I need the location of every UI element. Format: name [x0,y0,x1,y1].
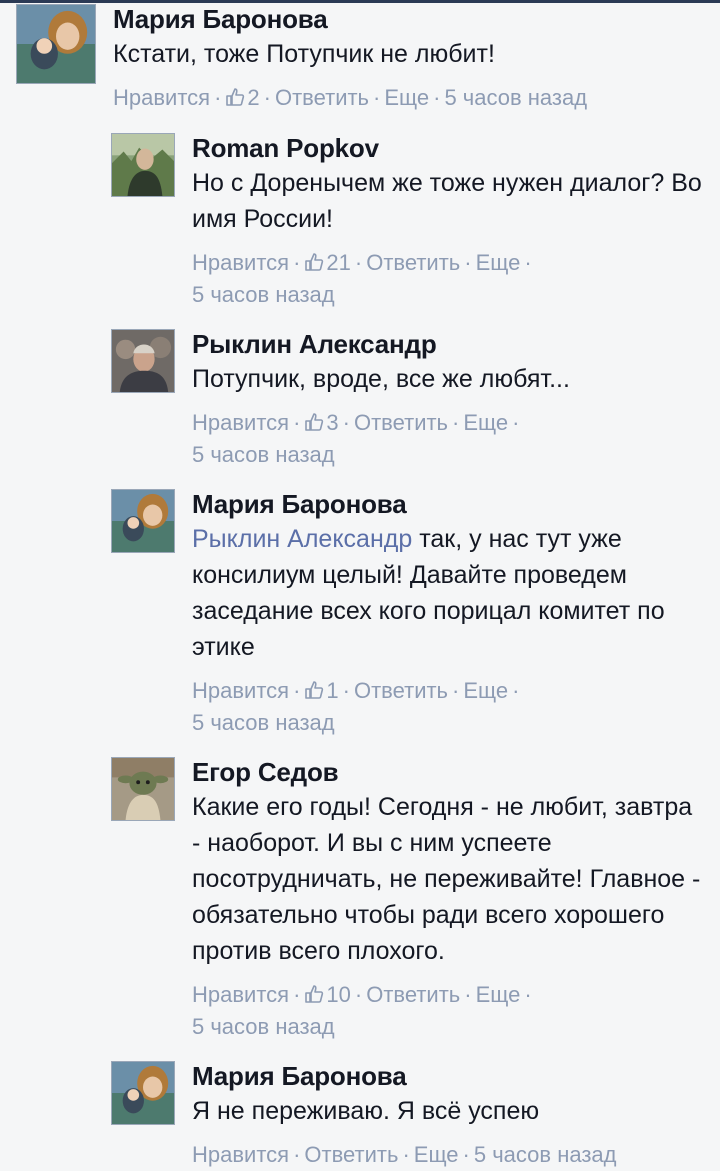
avatar-image [112,758,174,820]
like-link[interactable]: Нравится [192,410,289,435]
thumbs-up-icon [304,252,324,272]
comment-text: Рыклин Александр так, у нас тут уже конс… [192,521,707,665]
avatar-image [112,490,174,552]
top-border [0,0,720,3]
reply-link[interactable]: Ответить [366,982,460,1007]
comment-meta: Нравится · 3 · Ответить · Еще · 5 часов назад [192,410,520,467]
like-link[interactable]: Нравится [192,1142,289,1167]
reply-link[interactable]: Ответить [354,410,448,435]
comment-time[interactable]: 5 часов назад [192,282,335,307]
avatar[interactable] [111,1061,175,1125]
avatar[interactable] [111,757,175,821]
comment-time[interactable]: 5 часов назад [192,710,335,735]
reply-link[interactable]: Ответить [366,250,460,275]
avatar-image [112,1062,174,1124]
more-link[interactable]: Еще [384,85,429,110]
mention-link[interactable]: Рыклин Александр [192,525,412,553]
avatar[interactable] [111,489,175,553]
comment-meta: Нравится · 10 · Ответить · Еще · 5 часов назад [192,982,532,1039]
more-link[interactable]: Еще [476,982,521,1007]
comment-text: Какие его годы! Сегодня - не любит, завт… [192,793,701,965]
like-count[interactable]: 3 [326,410,338,435]
comment-text: Но с Доренычем же тоже нужен диалог? Во … [192,169,702,233]
more-link[interactable]: Еще [476,250,521,275]
comment-author[interactable]: Мария Баронова [192,1061,714,1091]
comment-author[interactable]: Егор Седов [192,757,707,787]
reply-link[interactable]: Ответить [275,85,369,110]
like-link[interactable]: Нравится [113,85,210,110]
avatar[interactable] [111,329,175,393]
comment-time[interactable]: 5 часов назад [192,1014,335,1039]
like-count[interactable]: 21 [326,250,350,275]
comment-meta: Нравится · 1 · Ответить · Еще · 5 часов назад [192,678,520,735]
avatar[interactable] [16,4,96,84]
comment-meta: Нравится · Ответить · Еще · 5 часов назад [192,1142,617,1167]
more-link[interactable]: Еще [414,1142,459,1167]
thumbs-up-icon [304,412,324,432]
like-count[interactable]: 2 [247,85,259,110]
comment-meta: Нравится · 2 · Ответить · Еще · 5 часов назад [113,85,588,110]
more-link[interactable]: Еще [463,678,508,703]
avatar[interactable] [111,133,175,197]
like-link[interactable]: Нравится [192,678,289,703]
comment-time[interactable]: 5 часов назад [192,442,335,467]
like-link[interactable]: Нравится [192,982,289,1007]
comment-text: Потупчик, вроде, все же любят... [192,365,570,393]
like-count[interactable]: 10 [326,982,350,1007]
like-link[interactable]: Нравится [192,250,289,275]
thumbs-up-icon [304,984,324,1004]
reply-link[interactable]: Ответить [354,678,448,703]
comment-author[interactable]: Мария Баронова [113,4,703,34]
comment-time[interactable]: 5 часов назад [474,1142,617,1167]
comment-time[interactable]: 5 часов назад [444,85,587,110]
reply-link[interactable]: Ответить [304,1142,398,1167]
comment-text: Я не переживаю. Я всё успею [192,1097,540,1125]
thumbs-up-icon [304,680,324,700]
like-count[interactable]: 1 [326,678,338,703]
avatar-image [112,330,174,392]
comment-author[interactable]: Мария Баронова [192,489,707,519]
more-link[interactable]: Еще [463,410,508,435]
avatar-image [112,134,174,196]
comment-text: Кстати, тоже Потупчик не любит! [113,40,495,68]
comment-meta: Нравится · 21 · Ответить · Еще · 5 часов назад [192,250,532,307]
avatar-image [17,5,95,83]
comment-author[interactable]: Roman Popkov [192,133,707,163]
thumbs-up-icon [225,87,245,107]
comment-author[interactable]: Рыклин Александр [192,329,707,359]
